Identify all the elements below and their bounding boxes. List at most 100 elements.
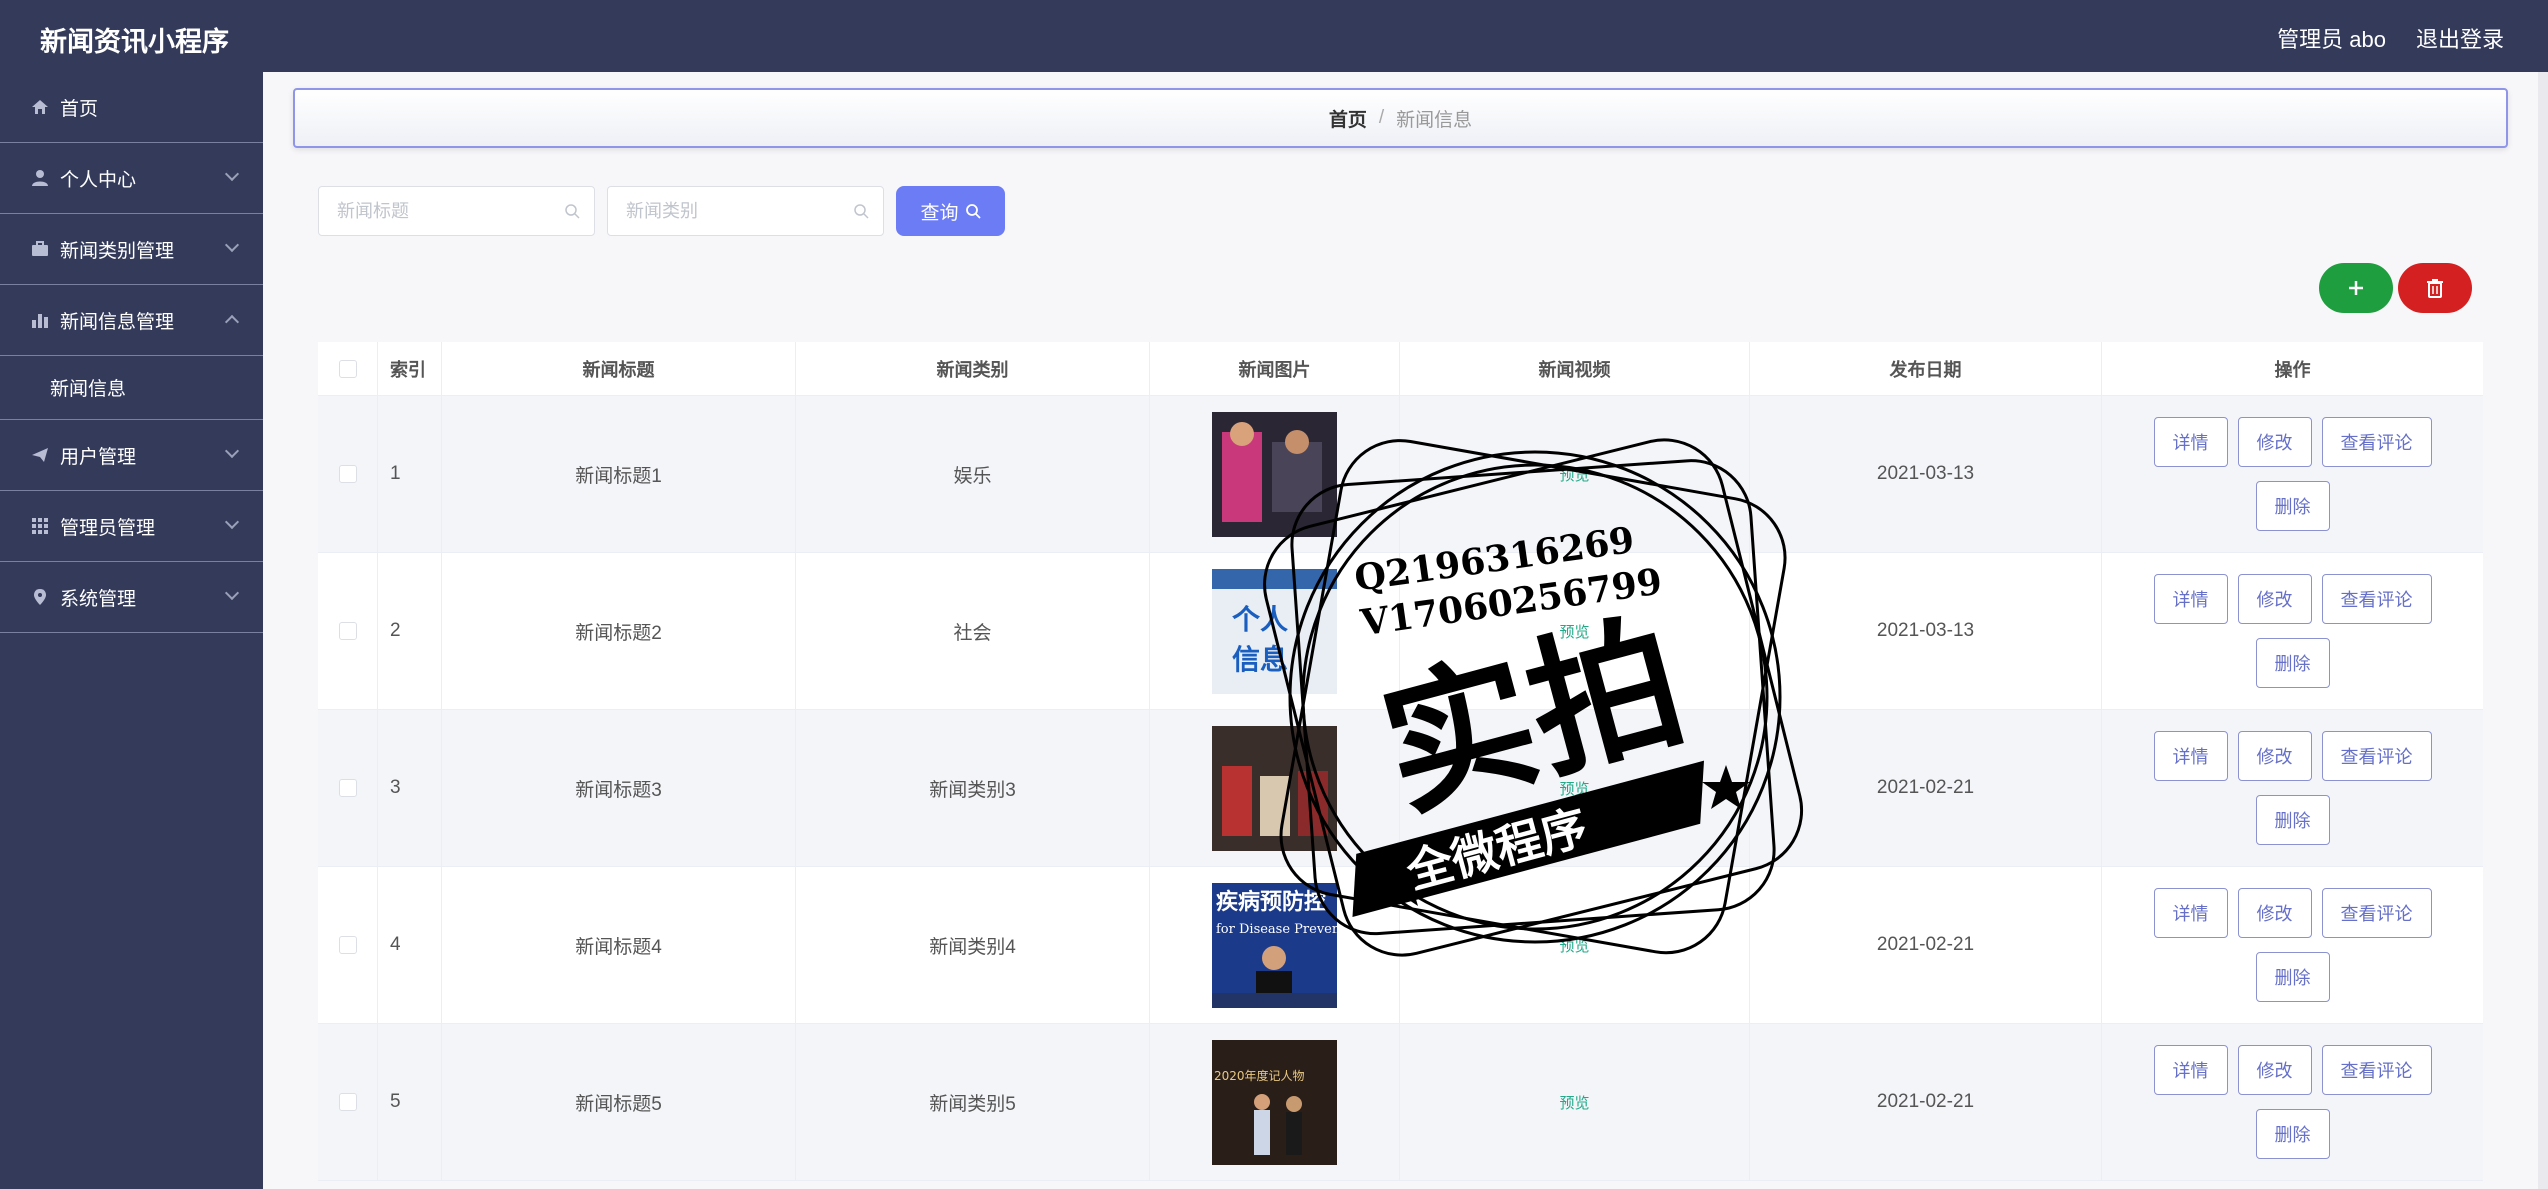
header-cell-date: 发布日期 [1750,342,2102,395]
sidebar-item-label: 新闻类别管理 [60,240,175,262]
plus-icon [2349,281,2363,295]
video-preview-link[interactable]: 预览 [1559,621,1589,642]
sidebar-item-user-management[interactable]: 用户管理 [0,420,263,491]
select-all-checkbox[interactable] [338,359,357,378]
news-thumbnail[interactable]: 疾病预防控 for Disease Preventio [1212,882,1337,1008]
sidebar-item-label: 首页 [60,98,99,120]
video-preview-link[interactable]: 预览 [1559,1092,1589,1113]
app-title: 新闻资讯小程序 [40,27,229,57]
sidebar-item-home[interactable]: 首页 [0,72,263,143]
grid-icon [30,516,50,536]
date-cell: 2021-03-13 [1750,553,2102,709]
category-search-input[interactable] [608,187,883,235]
row-checkbox[interactable] [338,936,357,954]
view-comments-button[interactable]: 查看评论 [2321,574,2432,624]
row-checkbox[interactable] [338,1093,357,1111]
breadcrumb: 首页 / 新闻信息 [293,88,2508,148]
video-preview-link[interactable]: 预览 [1559,464,1589,485]
breadcrumb-current: 新闻信息 [1396,109,1473,131]
category-cell: 新闻类别5 [796,1024,1150,1180]
table-row: 5 新闻标题5 新闻类别5 2020年度记人物 预览 2021-02-21 详情… [318,1024,2483,1181]
image-cell [1150,396,1400,552]
row-checkbox[interactable] [338,779,357,797]
category-cell: 社会 [796,553,1150,709]
edit-button[interactable]: 修改 [2237,888,2312,938]
news-thumbnail[interactable]: 个人 信息 [1212,568,1337,694]
category-cell: 新闻类别3 [796,710,1150,866]
delete-button[interactable]: 删除 [2255,795,2330,845]
news-thumbnail[interactable]: 2020年度记人物 [1212,1039,1337,1165]
chevron-down-icon [224,585,240,601]
delete-button[interactable]: 删除 [2255,952,2330,1002]
image-cell: 疾病预防控 for Disease Preventio [1150,867,1400,1023]
delete-button[interactable]: 删除 [2255,481,2330,531]
bar-chart-icon [30,310,50,330]
sidebar-item-news-info-management[interactable]: 新闻信息管理 [0,285,263,356]
header-cell-title: 新闻标题 [442,342,796,395]
row-select-cell [318,553,378,709]
category-cell: 娱乐 [796,396,1150,552]
title-search-input[interactable] [319,187,594,235]
video-preview-link[interactable]: 预览 [1559,778,1589,799]
main-content: 首页 / 新闻信息 查询 索引 新闻标题 新闻类别 新闻图片 新闻视频 [263,72,2548,1189]
index-cell: 4 [378,867,442,1023]
row-select-cell [318,867,378,1023]
video-cell: 预览 [1400,396,1750,552]
ops-row: 详情 修改 查看评论 [2153,417,2432,467]
detail-button[interactable]: 详情 [2153,888,2228,938]
news-thumbnail[interactable] [1212,725,1337,851]
ops-cell: 详情 修改 查看评论 删除 [2102,553,2483,709]
svg-text:2020年度记人物: 2020年度记人物 [1214,1068,1305,1083]
delete-button[interactable]: 删除 [2255,638,2330,688]
breadcrumb-home[interactable]: 首页 [1329,105,1367,132]
edit-button[interactable]: 修改 [2237,1045,2312,1095]
video-preview-link[interactable]: 预览 [1559,935,1589,956]
logout-link[interactable]: 退出登录 [2416,22,2504,54]
index-cell: 5 [378,1024,442,1180]
sidebar-item-personal-center[interactable]: 个人中心 [0,143,263,214]
image-cell: 2020年度记人物 [1150,1024,1400,1180]
table-row: 2 新闻标题2 社会 个人 信息 预览 2021-03-13 详情 修改 查看评… [318,553,2483,710]
edit-button[interactable]: 修改 [2237,417,2312,467]
chevron-up-icon [224,314,240,330]
sidebar-item-admin-management[interactable]: 管理员管理 [0,491,263,562]
sidebar-subitem-news-info[interactable]: 新闻信息 [0,356,263,420]
edit-button[interactable]: 修改 [2237,731,2312,781]
row-checkbox[interactable] [338,465,357,483]
date-cell: 2021-02-21 [1750,710,2102,866]
batch-delete-button[interactable] [2398,263,2472,313]
detail-button[interactable]: 详情 [2153,417,2228,467]
page-scrollbar[interactable] [2538,72,2548,1189]
trash-icon [2427,279,2443,298]
chevron-down-icon [224,514,240,530]
detail-button[interactable]: 详情 [2153,1045,2228,1095]
row-select-cell [318,710,378,866]
sidebar-item-news-category[interactable]: 新闻类别管理 [0,214,263,285]
delete-button[interactable]: 删除 [2255,1109,2330,1159]
header-cell-index: 索引 [378,342,442,395]
chevron-down-icon [224,166,240,182]
news-thumbnail[interactable] [1212,411,1337,537]
sidebar-item-system-management[interactable]: 系统管理 [0,562,263,633]
view-comments-button[interactable]: 查看评论 [2321,417,2432,467]
edit-button[interactable]: 修改 [2237,574,2312,624]
sidebar-item-label: 个人中心 [60,169,137,191]
index-cell: 3 [378,710,442,866]
row-checkbox[interactable] [338,622,357,640]
index-cell: 1 [378,396,442,552]
header-cell-category: 新闻类别 [796,342,1150,395]
ops-row: 详情 修改 查看评论 [2153,1045,2432,1095]
video-cell: 预览 [1400,867,1750,1023]
query-button[interactable]: 查询 [896,186,1005,236]
view-comments-button[interactable]: 查看评论 [2321,1045,2432,1095]
title-cell: 新闻标题1 [442,396,796,552]
detail-button[interactable]: 详情 [2153,731,2228,781]
view-comments-button[interactable]: 查看评论 [2321,731,2432,781]
title-cell: 新闻标题5 [442,1024,796,1180]
add-button[interactable] [2319,263,2393,313]
view-comments-button[interactable]: 查看评论 [2321,888,2432,938]
admin-user-label[interactable]: 管理员 abo [2277,22,2386,54]
sidebar: 首页 个人中心 新闻类别管理 新闻信息管理 新闻信息 用户管理 管理员管理 系统… [0,72,263,1189]
ops-cell: 详情 修改 查看评论 删除 [2102,867,2483,1023]
detail-button[interactable]: 详情 [2153,574,2228,624]
